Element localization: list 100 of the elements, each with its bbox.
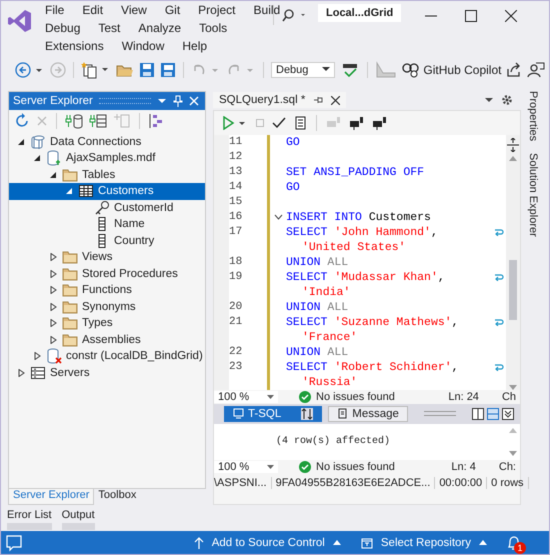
hierarchy-icon[interactable] [148, 112, 164, 129]
source-control-button[interactable]: Add to Source Control [194, 536, 341, 549]
pin-icon[interactable] [313, 95, 324, 106]
menu-item[interactable]: Extensions [41, 39, 108, 53]
tree-item[interactable]: Assemblies [9, 332, 205, 348]
expander-icon[interactable] [50, 253, 57, 262]
tree-item[interactable]: Synonyms [9, 298, 205, 316]
connect-database-icon[interactable] [65, 112, 83, 129]
feedback-icon[interactable] [5, 534, 23, 552]
tree-item[interactable]: Views [9, 249, 205, 266]
menu-item[interactable]: File [41, 3, 68, 17]
maximize-icon[interactable] [465, 10, 478, 22]
tree-item[interactable]: Name [9, 216, 205, 233]
tree-item[interactable]: Servers [9, 364, 205, 382]
execute-icon[interactable] [222, 116, 248, 130]
tree-item[interactable]: Functions [9, 282, 205, 299]
code-line: UNION ALL [286, 256, 348, 269]
zoom-dropdown[interactable]: 100 % [214, 460, 278, 473]
issues-status: No issues found [316, 390, 395, 403]
tree-item[interactable]: Types [9, 315, 205, 332]
repository-button[interactable]: Select Repository [360, 536, 487, 549]
code-line: SET ANSI_PADDING OFF [286, 166, 424, 179]
parse-check-icon[interactable] [272, 116, 286, 129]
menu-item[interactable]: Git [160, 3, 184, 17]
tree-node-icon [46, 348, 62, 364]
tree-item[interactable]: constr (LocalDB_BindGrid) [9, 348, 205, 365]
line-number: 14 [229, 181, 242, 194]
save-all-icon[interactable] [160, 62, 176, 78]
tree-item[interactable]: Stored Procedures [9, 266, 205, 282]
code-line: 'United States' [302, 240, 406, 254]
expander-icon[interactable] [50, 302, 57, 311]
menu-item[interactable]: Tools [195, 21, 232, 35]
back-icon[interactable] [15, 62, 45, 78]
code-line: 'France' [302, 330, 358, 344]
tree-item[interactable]: Country [9, 232, 205, 250]
refresh-icon[interactable] [14, 112, 30, 129]
plan-icon[interactable] [349, 116, 365, 130]
results-to-file-icon[interactable] [293, 116, 307, 130]
menu-item[interactable]: Build [250, 3, 284, 17]
dropdown-icon[interactable] [485, 97, 493, 104]
scroll-down-icon[interactable] [509, 450, 517, 456]
collapse-icon[interactable] [274, 214, 282, 220]
sort-icon[interactable] [301, 408, 314, 420]
copilot-button[interactable]: GitHub Copilot [423, 62, 502, 77]
expander-icon[interactable] [18, 138, 25, 146]
configuration-dropdown[interactable]: Debug [271, 62, 336, 78]
notification-bell-icon[interactable] [507, 534, 521, 551]
results-tab[interactable]: T-SQL [224, 406, 322, 422]
side-tab[interactable]: Properties [527, 90, 539, 141]
close-icon[interactable] [505, 10, 518, 22]
word-wrap-icon [494, 273, 504, 282]
caret-icon [267, 464, 274, 469]
menu-item[interactable]: Analyze [134, 21, 186, 35]
menu-item[interactable]: Debug [41, 21, 84, 35]
issues-status: No issues found [316, 460, 395, 473]
scrollbar-thumb[interactable] [509, 260, 517, 320]
tree-item[interactable]: Data Connections [9, 134, 205, 150]
tree-item[interactable]: CustomerId [9, 200, 205, 216]
tree-item[interactable]: Customers [9, 183, 205, 200]
split-handle-icon[interactable] [507, 138, 519, 152]
expander-icon[interactable] [50, 336, 57, 344]
panel-title: Server Explorer [13, 94, 93, 107]
expander-icon[interactable] [50, 286, 57, 294]
menu-item[interactable]: Project [194, 3, 240, 17]
side-tab[interactable]: Solution Explorer [527, 152, 539, 237]
expander-icon[interactable] [18, 368, 25, 377]
expander-icon[interactable] [50, 270, 57, 278]
word-wrap-icon [494, 363, 504, 372]
expander-icon[interactable] [50, 319, 57, 328]
menu-item[interactable]: Window [118, 39, 168, 53]
menu-item[interactable]: Edit [78, 3, 108, 17]
line-number: 22 [229, 346, 242, 358]
new-item-icon[interactable] [81, 60, 111, 79]
line-number: 12 [229, 151, 242, 164]
feedback-icon[interactable] [527, 62, 546, 78]
tree-node-icon [30, 364, 46, 381]
panel-tab[interactable]: Toolbox [94, 489, 140, 506]
layout-icon[interactable] [472, 408, 516, 420]
results-tab[interactable]: Message [328, 406, 408, 422]
menu-item[interactable]: Test [94, 21, 124, 35]
splitter-grip[interactable] [424, 411, 456, 416]
share-icon[interactable] [506, 62, 522, 78]
zoom-dropdown[interactable]: 100 % [214, 390, 278, 403]
tree-node-icon [62, 315, 78, 332]
connect-server-icon[interactable] [89, 112, 107, 129]
save-icon[interactable] [139, 62, 155, 78]
menu-item[interactable]: Help [178, 39, 212, 53]
tree-item[interactable]: AjaxSamples.mdf [9, 150, 205, 167]
tree-item[interactable]: Tables [9, 166, 205, 184]
search-icon[interactable] [282, 9, 306, 23]
close-icon[interactable] [331, 96, 340, 105]
settings-icon[interactable] [501, 94, 513, 106]
expander-icon[interactable] [34, 154, 41, 162]
expander-icon[interactable] [50, 170, 57, 179]
plan-icon[interactable] [372, 116, 388, 130]
expander-icon[interactable] [34, 352, 41, 360]
panel-tab[interactable]: Server Explorer [8, 489, 94, 506]
document-tab[interactable]: SQLQuery1.sql * [213, 92, 346, 108]
tree-node-icon [30, 134, 46, 150]
menu-item[interactable]: View [117, 3, 151, 17]
